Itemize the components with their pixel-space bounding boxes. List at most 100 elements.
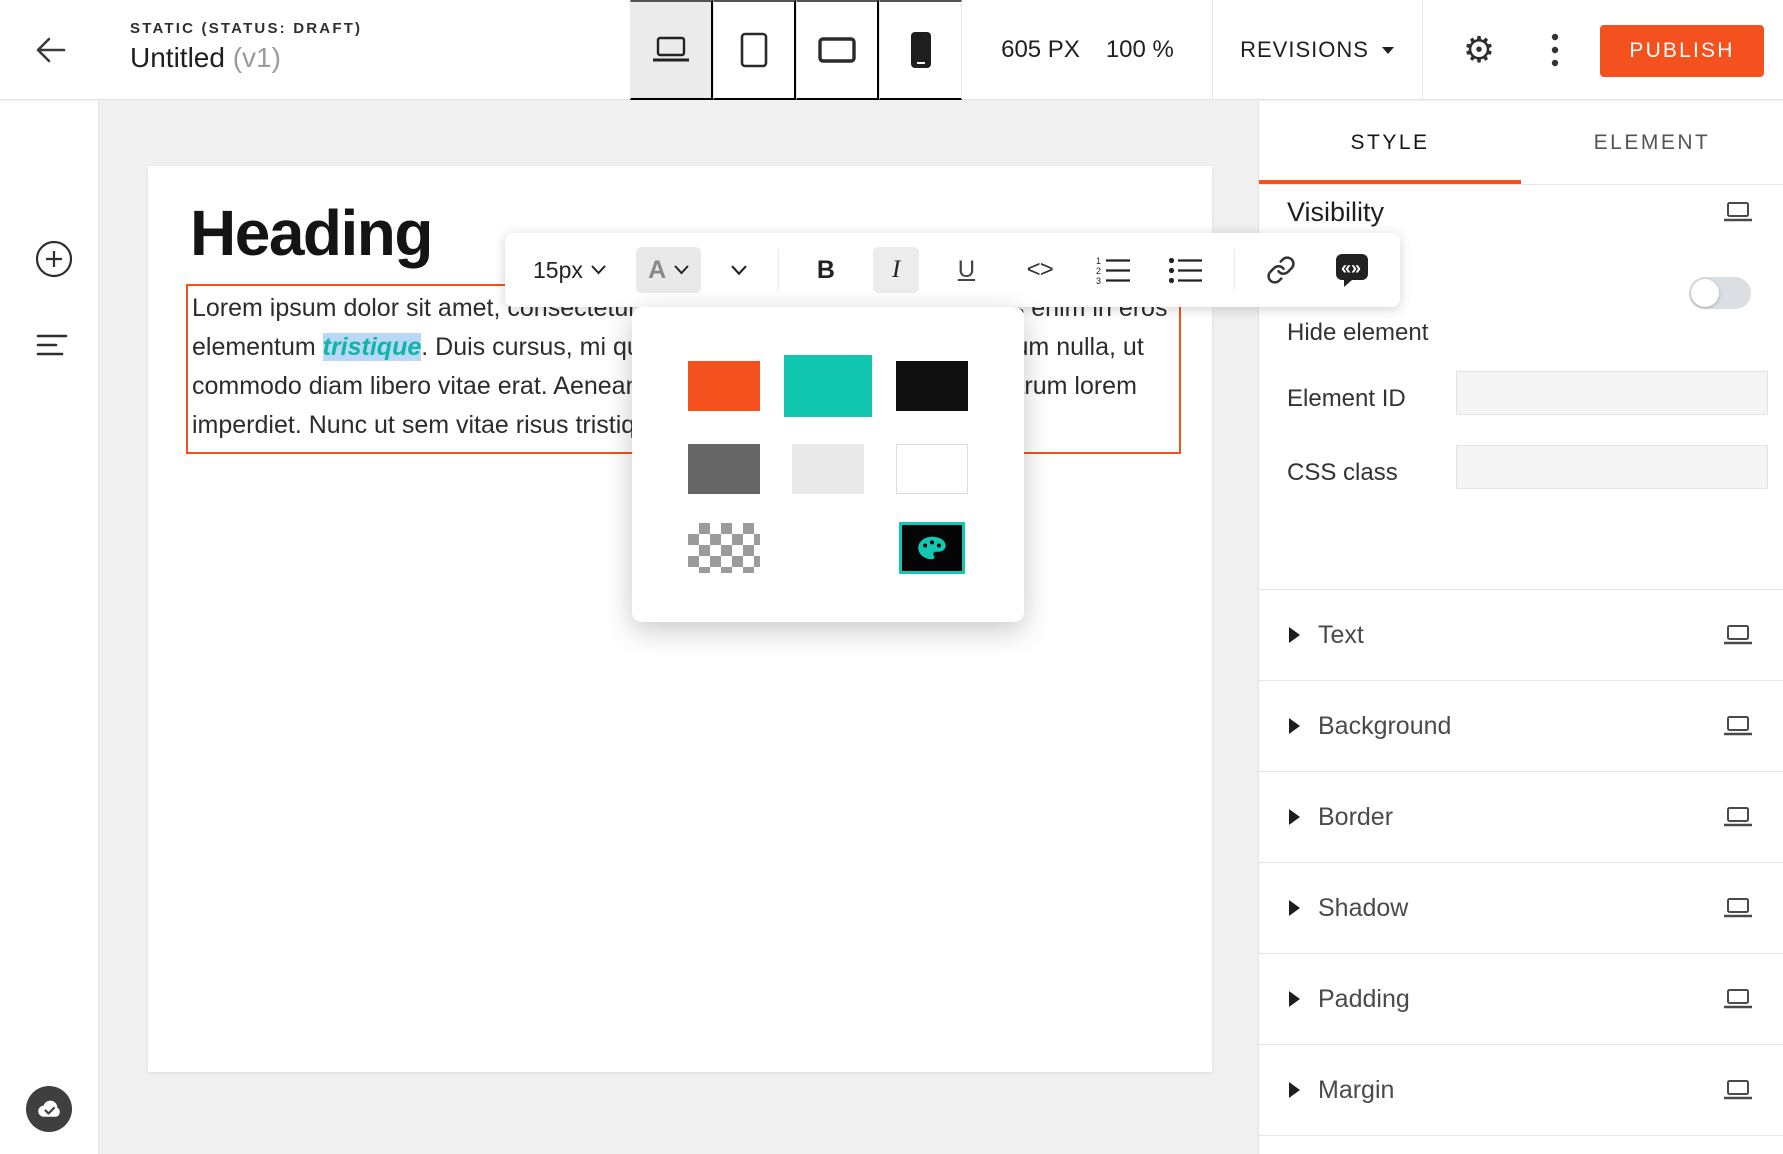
svg-text:3: 3 — [1096, 276, 1101, 284]
chevron-right-icon — [1289, 718, 1300, 734]
more-options-button[interactable] — [1532, 0, 1578, 100]
section-device-toggle[interactable] — [1723, 1079, 1753, 1102]
css-class-label: CSS class — [1287, 459, 1398, 487]
code-button[interactable]: <> — [1014, 247, 1066, 293]
color-swatch-white[interactable] — [896, 444, 968, 494]
section-label: Border — [1318, 803, 1393, 832]
color-swatch-light-gray[interactable] — [792, 444, 864, 494]
section-label: Background — [1318, 712, 1451, 741]
kebab-menu-icon — [1551, 33, 1559, 67]
svg-text:2: 2 — [1096, 266, 1101, 276]
left-toolbar — [0, 101, 99, 1154]
css-class-input[interactable] — [1456, 445, 1768, 489]
section-background[interactable]: Background — [1259, 681, 1783, 772]
section-label: Shadow — [1318, 894, 1408, 923]
chevron-right-icon — [1289, 809, 1300, 825]
toggle-knob — [1691, 279, 1719, 307]
page-status: STATIC (STATUS: DRAFT) — [130, 20, 362, 37]
device-preview-group — [630, 0, 962, 100]
device-tablet-button[interactable] — [713, 0, 796, 100]
publish-button[interactable]: PUBLISH — [1600, 25, 1764, 77]
page-builder-app: STATIC (STATUS: DRAFT) Untitled (v1) — [0, 0, 1783, 1154]
font-size-dropdown[interactable]: 15px — [527, 247, 612, 293]
bullet-list-button[interactable] — [1162, 247, 1210, 293]
tab-element[interactable]: ELEMENT — [1521, 101, 1783, 184]
element-id-label: Element ID — [1287, 385, 1406, 413]
add-widget-button[interactable] — [28, 237, 72, 281]
page-title-text: Untitled — [130, 42, 225, 73]
bullet-list-icon — [1168, 256, 1204, 284]
italic-button[interactable]: I — [873, 247, 919, 293]
section-border[interactable]: Border — [1259, 772, 1783, 863]
hide-element-toggle[interactable] — [1689, 277, 1751, 309]
panel-tabs: STYLE ELEMENT — [1259, 101, 1783, 185]
chevron-down-icon — [591, 265, 606, 275]
page-title-block: STATIC (STATUS: DRAFT) Untitled (v1) — [130, 20, 362, 74]
color-swatch-black[interactable] — [896, 361, 968, 411]
section-device-toggle[interactable] — [1723, 897, 1753, 920]
layers-icon — [34, 332, 70, 358]
section-device-toggle[interactable] — [1723, 806, 1753, 829]
device-mobile-button[interactable] — [879, 0, 962, 100]
revisions-dropdown[interactable]: REVISIONS — [1213, 0, 1423, 100]
section-label: Padding — [1318, 985, 1410, 1014]
laptop-icon — [1723, 988, 1753, 1011]
canvas-dimensions: 605 PX 100 % — [963, 0, 1213, 100]
visibility-device-toggle[interactable] — [1723, 201, 1753, 224]
text-format-toolbar: 15px A B I U <> 1 2 3 — [505, 233, 1400, 307]
add-circle-icon — [34, 239, 74, 279]
section-shadow[interactable]: Shadow — [1259, 863, 1783, 954]
chevron-right-icon — [1289, 1082, 1300, 1098]
back-button[interactable] — [28, 34, 72, 66]
link-icon — [1266, 255, 1296, 285]
laptop-icon — [1723, 806, 1753, 829]
quote-icon: «» — [1332, 252, 1372, 288]
quote-button[interactable]: «» — [1326, 247, 1378, 293]
chevron-down-icon — [731, 265, 747, 276]
link-button[interactable] — [1260, 247, 1302, 293]
underline-button[interactable]: U — [943, 247, 989, 293]
chevron-down-icon — [674, 265, 689, 275]
section-text[interactable]: Text — [1259, 590, 1783, 681]
palette-icon — [917, 535, 947, 561]
section-margin[interactable]: Margin — [1259, 1045, 1783, 1136]
hide-element-label: Hide element — [1287, 319, 1428, 347]
sections-list-button[interactable] — [28, 323, 72, 367]
gear-icon: ⚙ — [1463, 29, 1495, 70]
chevron-right-icon — [1289, 900, 1300, 916]
section-padding[interactable]: Padding — [1259, 954, 1783, 1045]
section-device-toggle[interactable] — [1723, 988, 1753, 1011]
ordered-list-button[interactable]: 1 2 3 — [1090, 247, 1138, 293]
canvas-zoom-value: 100 % — [1106, 36, 1174, 64]
selected-word-highlight: tristique — [323, 333, 422, 361]
section-device-toggle[interactable] — [1723, 715, 1753, 738]
section-device-toggle[interactable] — [1723, 624, 1753, 647]
text-color-letter: A — [648, 256, 666, 285]
laptop-icon — [651, 35, 691, 65]
laptop-icon — [1723, 624, 1753, 647]
font-size-value: 15px — [533, 257, 583, 284]
device-desktop-button[interactable] — [630, 0, 713, 100]
settings-button[interactable]: ⚙ — [1448, 0, 1510, 100]
phone-icon — [910, 31, 932, 69]
element-id-input[interactable] — [1456, 371, 1768, 415]
toolbar-divider — [1234, 249, 1235, 291]
tab-style[interactable]: STYLE — [1259, 101, 1521, 184]
style-sections: Text Background Border Shadow Padding — [1259, 590, 1783, 1136]
revisions-label: REVISIONS — [1240, 37, 1369, 63]
format-style-dropdown[interactable] — [725, 247, 753, 293]
custom-color-swatch[interactable] — [899, 522, 965, 574]
page-title: Untitled (v1) — [130, 42, 362, 74]
color-swatch-orange[interactable] — [688, 361, 760, 411]
color-swatch-transparent[interactable] — [688, 523, 760, 573]
text-color-dropdown[interactable]: A — [636, 247, 701, 293]
color-swatch-dark-gray[interactable] — [688, 444, 760, 494]
color-swatch-teal[interactable] — [784, 355, 872, 417]
toolbar-divider — [778, 249, 779, 291]
save-status-indicator — [26, 1086, 72, 1132]
bold-button[interactable]: B — [803, 247, 849, 293]
visibility-section-title: Visibility — [1287, 197, 1384, 228]
laptop-icon — [1723, 897, 1753, 920]
laptop-icon — [1723, 715, 1753, 738]
device-tablet-landscape-button[interactable] — [796, 0, 879, 100]
